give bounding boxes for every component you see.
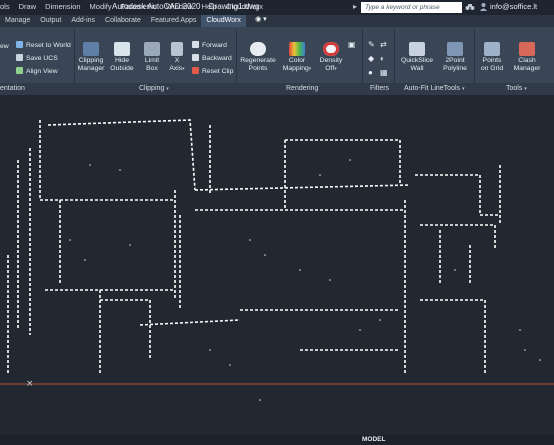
- density-off-button[interactable]: Density Off▾: [317, 42, 345, 73]
- polyline-icon: [447, 42, 463, 56]
- partial-view-button[interactable]: ew: [0, 41, 9, 52]
- cube-icon[interactable]: ▣: [348, 39, 356, 50]
- tab-featured-apps[interactable]: Featured Apps: [146, 15, 202, 27]
- file-name: Drawing1.dwg: [208, 2, 260, 11]
- group-label-clipping[interactable]: Clipping ▾: [139, 83, 169, 95]
- group-label-autofit[interactable]: Auto-Fit LineTools ▾: [404, 83, 465, 95]
- tab-add-ins[interactable]: Add-ins: [66, 15, 100, 27]
- tab-cloudworx[interactable]: CloudWorx: [201, 15, 246, 27]
- backward-button[interactable]: Backward: [192, 53, 232, 64]
- color-mapping-icon: [289, 42, 305, 56]
- globe-icon: [16, 41, 23, 48]
- filter-eye-icon[interactable]: ◐: [380, 53, 385, 64]
- group-label-orientation: entation: [0, 85, 25, 92]
- user-icon[interactable]: [478, 2, 488, 12]
- x-axis-button[interactable]: X Axis▾: [166, 42, 188, 73]
- reset-clip-button[interactable]: Reset Clip: [192, 66, 233, 77]
- reset-clip-icon: [192, 67, 199, 74]
- title-bar: ols Draw Dimension Modify Parametric Window He…: [0, 0, 554, 15]
- backward-icon: [192, 54, 199, 61]
- tab-collaborate[interactable]: Collaborate: [100, 15, 146, 27]
- forward-icon: [192, 41, 199, 48]
- grid-icon: [484, 42, 500, 56]
- points-on-grid-button[interactable]: Points on Grid: [477, 42, 507, 73]
- group-label-tools[interactable]: Tools ▾: [506, 83, 527, 95]
- user-account[interactable]: info@soffice.lt: [490, 2, 537, 11]
- limit-box-icon: [144, 42, 160, 56]
- model-space-toggle[interactable]: MODEL: [362, 436, 385, 443]
- quickslice-icon: [409, 42, 425, 56]
- align-view-button[interactable]: Align View: [16, 66, 58, 77]
- ribbon-panel: ew Reset to World Save UCS Align View Cl…: [0, 27, 554, 95]
- tab-output[interactable]: Output: [35, 15, 66, 27]
- group-separator: [362, 29, 363, 91]
- group-separator: [394, 29, 395, 91]
- save-ucs-button[interactable]: Save UCS: [16, 53, 58, 64]
- quickslice-wall-button[interactable]: QuickSlice Wall: [398, 42, 436, 73]
- filter-shape-icon[interactable]: ●: [368, 67, 373, 78]
- density-icon: [323, 42, 339, 56]
- group-separator: [236, 29, 237, 91]
- point-cloud-plan: ×: [0, 119, 554, 401]
- camera-icon[interactable]: ◉ ▾: [250, 15, 272, 25]
- hide-outside-button[interactable]: Hide Outside: [107, 42, 137, 73]
- twopoint-polyline-button[interactable]: 2Point Polyline: [440, 42, 470, 73]
- drawing-canvas[interactable]: ×: [0, 95, 554, 435]
- clipping-manager-icon: [83, 42, 99, 56]
- x-axis-icon: [171, 42, 183, 56]
- arrow-icon[interactable]: ▸: [350, 2, 360, 12]
- regenerate-points-button[interactable]: Regenerate Points: [238, 42, 278, 73]
- menu-dimension[interactable]: Dimension: [45, 2, 80, 11]
- color-mapping-button[interactable]: Color Mapping▾: [281, 42, 313, 73]
- clipping-manager-button[interactable]: Clipping Manager: [76, 42, 106, 73]
- tab-manage[interactable]: Manage: [0, 15, 35, 27]
- group-label-filters: Filters: [370, 85, 390, 92]
- group-separator: [74, 29, 75, 91]
- save-icon: [16, 54, 23, 61]
- binoculars-icon[interactable]: [465, 2, 475, 12]
- filter-range-icon[interactable]: ⇄: [380, 39, 387, 50]
- limit-box-button[interactable]: Limit Box: [138, 42, 166, 73]
- window-title: Autodesk AutoCAD 2020 Drawing1.dwg: [112, 2, 265, 11]
- filter-color-icon[interactable]: ◆: [368, 53, 374, 64]
- filter-pen-icon[interactable]: ✎: [368, 39, 375, 50]
- clash-manager-button[interactable]: Clash Manager: [510, 42, 544, 73]
- ribbon-group-labels: entation Clipping ▾ Rendering Filters Au…: [0, 83, 554, 95]
- menu-draw[interactable]: Draw: [19, 2, 37, 11]
- align-icon: [16, 67, 23, 74]
- regenerate-icon: [250, 42, 266, 56]
- app-title: Autodesk AutoCAD 2020: [112, 2, 201, 11]
- hide-outside-icon: [114, 42, 130, 56]
- filter-settings-icon[interactable]: ▦: [380, 67, 388, 78]
- svg-text:×: ×: [26, 379, 34, 389]
- menu-tools[interactable]: ols: [0, 2, 10, 11]
- reset-to-world-button[interactable]: Reset to World: [16, 40, 71, 51]
- status-bar: MODEL: [0, 435, 554, 445]
- clash-icon: [519, 42, 535, 56]
- group-label-rendering: Rendering: [286, 85, 319, 92]
- group-separator: [474, 29, 475, 91]
- search-input[interactable]: Type a keyword or phrase: [361, 2, 462, 13]
- forward-button[interactable]: Forward: [192, 40, 227, 51]
- ribbon-tabs: Manage Output Add-ins Collaborate Featured A…: [0, 15, 554, 27]
- menu-modify[interactable]: Modify: [90, 2, 112, 11]
